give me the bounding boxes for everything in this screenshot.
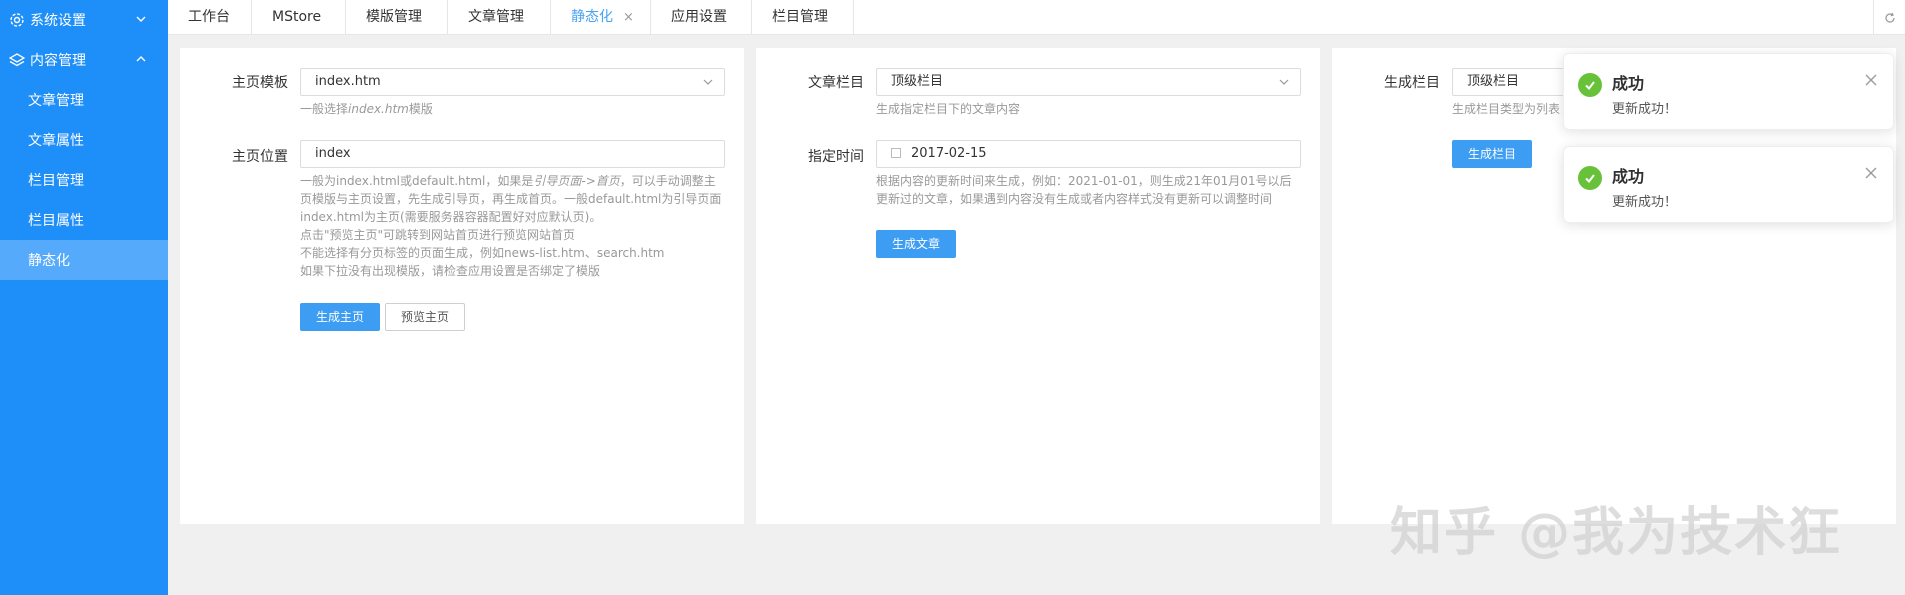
time-label: 指定时间 <box>808 149 864 165</box>
success-toast: 成功 更新成功！ <box>1563 146 1894 223</box>
article-panel: 文章栏目 顶级栏目 生成指定栏目下的文章内容 指定时间 2017-02-15 根… <box>756 48 1320 524</box>
location-input[interactable]: index <box>300 140 725 168</box>
sidebar-group-label: 内容管理 <box>30 53 86 69</box>
tab-app-settings[interactable]: 应用设置 <box>651 0 752 35</box>
chevron-up-icon <box>136 56 146 62</box>
generate-column-label: 生成栏目 <box>1384 75 1440 91</box>
toast-message: 更新成功！ <box>1612 102 1678 117</box>
check-circle-icon <box>1578 166 1602 190</box>
chevron-down-icon <box>1279 79 1289 85</box>
tab-staticize[interactable]: 静态化 × <box>551 0 651 35</box>
location-help: 一般为index.html或default.html，如果是引导页面->首页，可… <box>300 174 722 278</box>
location-label: 主页位置 <box>232 149 288 165</box>
tab-article-management[interactable]: 文章管理 <box>448 0 551 35</box>
gear-icon <box>8 11 26 29</box>
generate-column-value: 顶级栏目 <box>1467 74 1520 89</box>
success-toast: 成功 更新成功！ <box>1563 53 1894 130</box>
sidebar-item-staticize[interactable]: 静态化 <box>0 240 168 280</box>
tab-template-management[interactable]: 模版管理 <box>346 0 448 35</box>
sidebar-item-article-management[interactable]: 文章管理 <box>0 80 168 120</box>
generate-homepage-button[interactable]: 生成主页 <box>300 303 380 331</box>
preview-homepage-button[interactable]: 预览主页 <box>385 303 465 331</box>
generate-column-help: 生成栏目类型为列表 <box>1452 102 1561 116</box>
tab-workbench[interactable]: 工作台 <box>168 0 252 35</box>
sidebar-item-column-attributes[interactable]: 栏目属性 <box>0 200 168 240</box>
sidebar-item-column-management[interactable]: 栏目管理 <box>0 160 168 200</box>
generate-article-button[interactable]: 生成文章 <box>876 230 956 258</box>
sidebar-item-article-attributes[interactable]: 文章属性 <box>0 120 168 160</box>
sidebar-group-content-management[interactable]: 内容管理 <box>0 40 168 80</box>
close-icon[interactable] <box>1865 74 1877 86</box>
generate-column-button[interactable]: 生成栏目 <box>1452 140 1532 168</box>
tab-label: 静态化 <box>571 9 613 25</box>
close-icon[interactable]: × <box>623 10 634 25</box>
chevron-down-icon <box>703 79 713 85</box>
watermark: 知乎 @我为技术狂 <box>1390 503 1843 563</box>
tab-label: 工作台 <box>188 9 230 25</box>
article-column-value: 顶级栏目 <box>891 74 944 89</box>
time-help: 根据内容的更新时间来生成，例如：2021-01-01，则生成21年01月01号以… <box>876 174 1292 206</box>
sidebar-group-system-settings[interactable]: 系统设置 <box>0 0 168 40</box>
layers-icon <box>8 51 26 69</box>
template-help: 一般选择index.htm模版 <box>300 102 433 116</box>
tab-label: 栏目管理 <box>772 9 828 25</box>
tab-bar: 工作台 MStore 模版管理 文章管理 静态化 × 应用设置 栏目管理 <box>168 0 1905 35</box>
tab-label: 应用设置 <box>671 9 727 25</box>
toast-title: 成功 <box>1612 74 1645 93</box>
check-circle-icon <box>1578 73 1602 97</box>
calendar-icon <box>891 148 901 158</box>
tab-label: 模版管理 <box>366 9 422 25</box>
sidebar: 系统设置 内容管理 文章管理 文章属性 栏目管理 栏目属性 静态化 <box>0 0 168 595</box>
close-icon[interactable] <box>1865 167 1877 179</box>
article-column-select[interactable]: 顶级栏目 <box>876 68 1301 96</box>
tab-label: MStore <box>272 9 322 25</box>
tab-column-management[interactable]: 栏目管理 <box>752 0 854 35</box>
template-select[interactable]: index.htm <box>300 68 725 96</box>
time-input[interactable]: 2017-02-15 <box>876 140 1301 168</box>
tab-mstore[interactable]: MStore <box>252 0 346 35</box>
toast-title: 成功 <box>1612 167 1645 186</box>
refresh-icon[interactable] <box>1873 0 1905 35</box>
article-column-help: 生成指定栏目下的文章内容 <box>876 102 1021 116</box>
toast-message: 更新成功！ <box>1612 195 1678 210</box>
time-value: 2017-02-15 <box>911 146 987 161</box>
article-column-label: 文章栏目 <box>808 75 864 91</box>
homepage-panel: 主页模板 index.htm 一般选择index.htm模版 主页位置 inde… <box>180 48 744 524</box>
template-select-value: index.htm <box>315 74 381 89</box>
tab-label: 文章管理 <box>468 9 524 25</box>
sidebar-group-label: 系统设置 <box>30 13 86 29</box>
template-label: 主页模板 <box>232 75 288 91</box>
chevron-down-icon <box>136 16 146 22</box>
